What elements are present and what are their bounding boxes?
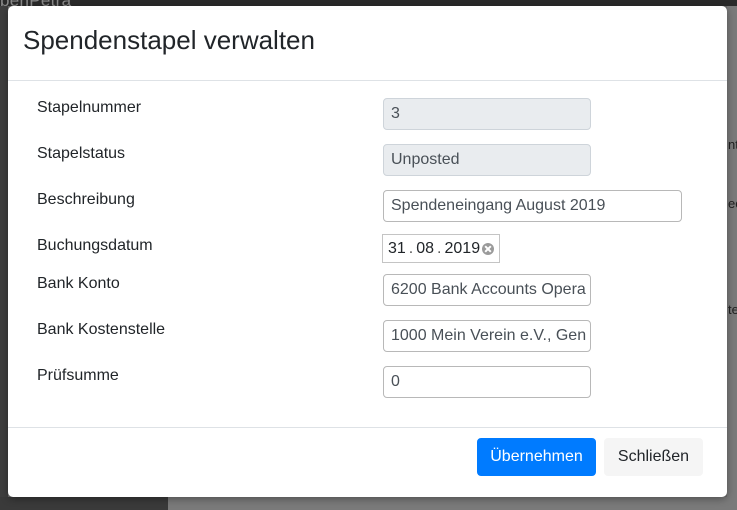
- background-sidebar: [0, 6, 8, 498]
- checksum-input[interactable]: 0: [383, 366, 591, 398]
- date-month[interactable]: 08: [416, 240, 434, 257]
- modal-title: Spendenstapel verwalten: [23, 25, 315, 55]
- description-input[interactable]: Spendeneingang August 2019: [383, 190, 682, 222]
- batch-number-field: 3: [383, 98, 591, 130]
- background-peek-text: te: [728, 302, 737, 317]
- close-button[interactable]: Schließen: [604, 438, 703, 476]
- checksum-label: Prüfsumme: [37, 367, 119, 384]
- background-bottom-sidebar: [0, 497, 168, 510]
- posting-date-input[interactable]: 31. 08. 2019: [382, 234, 500, 263]
- batch-modal-dialog: Spendenstapel verwalten Stapelnummer 3 S…: [8, 6, 727, 497]
- bank-cost-centre-label: Bank Kostenstelle: [37, 321, 166, 338]
- posting-date-label: Buchungsdatum: [37, 237, 153, 254]
- batch-number-label: Stapelnummer: [37, 99, 142, 116]
- bank-account-label: Bank Konto: [37, 275, 120, 292]
- batch-status-field: Unposted: [383, 144, 591, 176]
- description-label: Beschreibung: [37, 191, 135, 208]
- batch-status-label: Stapelstatus: [37, 145, 126, 162]
- bank-account-select[interactable]: 6200 Bank Accounts Opera: [383, 274, 591, 306]
- bank-cost-centre-select[interactable]: 1000 Mein Verein e.V., Gen: [383, 320, 591, 352]
- date-separator: .: [408, 240, 414, 257]
- background-peek-text: nt: [728, 137, 737, 152]
- modal-header: Spendenstapel verwalten: [8, 6, 727, 81]
- date-separator: .: [437, 240, 442, 257]
- background-peek-text: ec: [728, 196, 737, 211]
- clear-date-icon[interactable]: [482, 243, 494, 255]
- date-year[interactable]: 2019: [445, 240, 481, 257]
- background-content-edge: [727, 6, 737, 510]
- apply-button[interactable]: Übernehmen: [477, 438, 596, 476]
- date-day[interactable]: 31: [388, 240, 406, 257]
